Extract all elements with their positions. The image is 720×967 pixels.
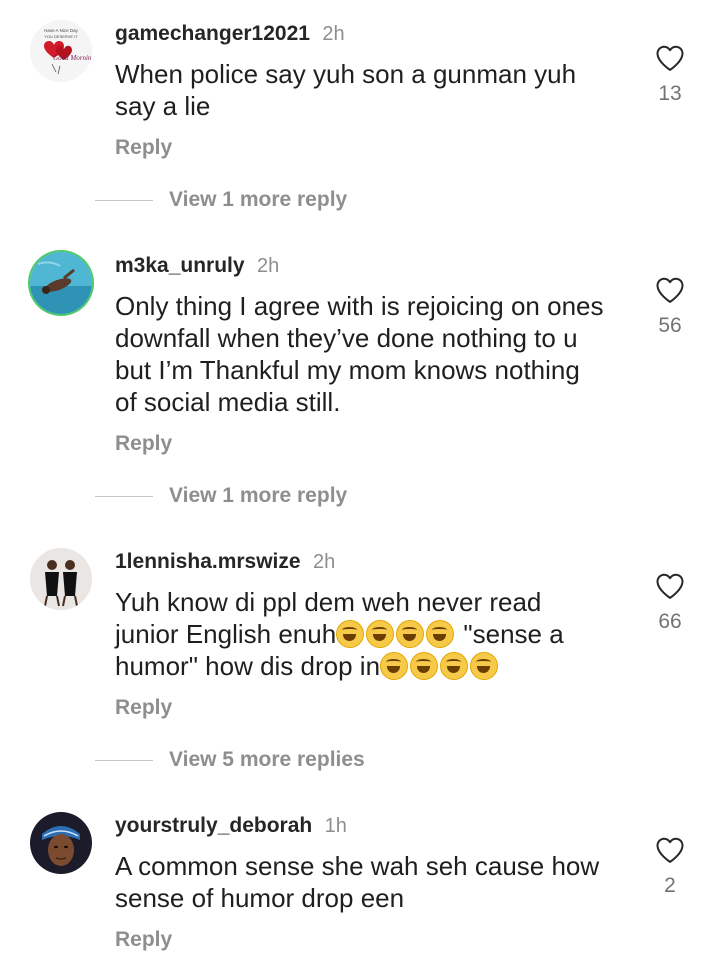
comment-header: gamechanger12021 2h (115, 22, 345, 46)
comment-line: junior English enuh "sense a (115, 618, 635, 650)
grinning-sweat-emoji (470, 652, 499, 680)
avatar-line-2: YOU DESERVE IT (44, 34, 78, 39)
grinning-sweat-emoji (410, 652, 439, 680)
avatar[interactable]: Have A Nice Day YOU DESERVE IT Good Morn… (30, 20, 92, 82)
timestamp: 2h (322, 23, 345, 45)
like-control: 56 (645, 276, 695, 338)
like-control: 2 (645, 836, 695, 898)
like-count: 56 (658, 314, 682, 337)
comment-line: say a lie (115, 91, 211, 121)
avatar-line-3: Good Morning (53, 54, 92, 62)
heart-bouquet-avatar: Have A Nice Day YOU DESERVE IT Good Morn… (30, 20, 92, 82)
like-control: 13 (645, 44, 695, 106)
username[interactable]: 1lennisha.mrswize (115, 550, 301, 573)
two-women-avatar (30, 548, 92, 610)
comment-text: When police say yuh son a gunman yuh say… (115, 58, 635, 122)
comment-text: A common sense she wah seh cause how sen… (115, 850, 635, 914)
timestamp: 1h (324, 815, 347, 837)
username[interactable]: gamechanger12021 (115, 22, 310, 45)
like-count: 66 (658, 610, 682, 633)
comment-line-part: "sense a (463, 619, 564, 649)
grinning-sweat-emoji (336, 620, 365, 648)
view-more-label: View 1 more reply (169, 484, 348, 507)
grinning-sweat-emoji (440, 652, 469, 680)
divider (95, 759, 153, 761)
heart-outline-icon[interactable] (645, 276, 695, 304)
timestamp: 2h (257, 255, 280, 277)
comment-text: Yuh know di ppl dem weh never read junio… (115, 586, 635, 682)
comment-line-part: junior English enuh (115, 619, 337, 649)
selfie-avatar (30, 812, 92, 874)
view-more-replies-button[interactable]: View 1 more reply (95, 188, 347, 212)
like-count: 13 (658, 82, 682, 105)
comment-header: yourstruly_deborah 1h (115, 814, 347, 838)
grinning-sweat-emoji (396, 620, 425, 648)
avatar-line-1: Have A Nice Day (44, 28, 79, 33)
comment-line: sense of humor drop een (115, 883, 405, 913)
avatar[interactable] (30, 548, 92, 610)
comment-line: Only thing I agree with is rejoicing on … (115, 291, 604, 321)
comment-line: of social media still. (115, 387, 341, 417)
heart-outline-icon[interactable] (645, 836, 695, 864)
avatar[interactable] (30, 812, 92, 874)
comment-line: When police say yuh son a gunman yuh (115, 59, 577, 89)
comment-line: downfall when they’ve done nothing to u (115, 323, 578, 353)
view-more-replies-button[interactable]: View 5 more replies (95, 748, 365, 772)
view-more-label: View 5 more replies (169, 748, 365, 771)
comment-line: A common sense she wah seh cause how (115, 851, 600, 881)
comment-line: humor" how dis drop in (115, 650, 635, 682)
grinning-sweat-emoji (380, 652, 409, 680)
reply-button[interactable]: Reply (115, 696, 172, 720)
divider (95, 495, 153, 497)
username[interactable]: m3ka_unruly (115, 254, 245, 277)
timestamp: 2h (313, 551, 336, 573)
view-more-replies-button[interactable]: View 1 more reply (95, 484, 347, 508)
grinning-sweat-emoji (426, 620, 455, 648)
comment-header: m3ka_unruly 2h (115, 254, 279, 278)
view-more-label: View 1 more reply (169, 188, 348, 211)
reply-button[interactable]: Reply (115, 432, 172, 456)
comment-line: Yuh know di ppl dem weh never read (115, 587, 542, 617)
comment-text: Only thing I agree with is rejoicing on … (115, 290, 635, 418)
username[interactable]: yourstruly_deborah (115, 814, 312, 837)
pool-photo-avatar (30, 252, 92, 314)
heart-outline-icon[interactable] (645, 572, 695, 600)
reply-button[interactable]: Reply (115, 136, 172, 160)
comment-line-part: humor" how dis drop in (115, 651, 381, 681)
grinning-sweat-emoji (366, 620, 395, 648)
like-control: 66 (645, 572, 695, 634)
comment-line: but I’m Thankful my mom knows nothing (115, 355, 580, 385)
heart-outline-icon[interactable] (645, 44, 695, 72)
avatar[interactable] (30, 252, 92, 314)
reply-button[interactable]: Reply (115, 928, 172, 952)
comment-header: 1lennisha.mrswize 2h (115, 550, 335, 574)
divider (95, 199, 153, 201)
like-count: 2 (664, 874, 676, 897)
